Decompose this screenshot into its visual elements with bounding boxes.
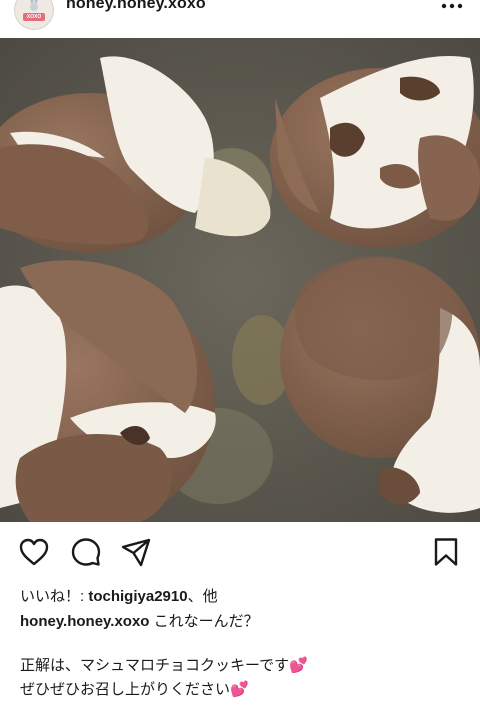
likes-prefix: いいね！: — [20, 588, 89, 605]
body-line-2-text: ぜひぜひお召し上がりください — [20, 681, 231, 698]
post-photo[interactable] — [0, 38, 480, 522]
instagram-post: XOXO honey.honey.xoxo いいね！: tochigiya291… — [0, 0, 480, 705]
heart-icon[interactable] — [18, 536, 50, 568]
more-horizontal-icon[interactable] — [440, 0, 464, 12]
bookmark-icon[interactable] — [430, 536, 462, 568]
liker-username[interactable]: tochigiya2910 — [88, 588, 187, 605]
avatar[interactable]: XOXO — [14, 0, 54, 30]
comment-icon[interactable] — [70, 536, 102, 568]
body-line-1: 正解は、マシュマロチョコクッキーです💕 — [20, 654, 308, 675]
avatar-badge: XOXO — [23, 13, 45, 21]
action-bar — [0, 526, 480, 576]
caption-text: これなーんだ？ — [149, 613, 259, 630]
send-icon[interactable] — [120, 536, 152, 568]
heart-emoji-icon: 💕 — [289, 657, 308, 674]
cookies-illustration — [0, 38, 480, 522]
caption-line: honey.honey.xoxo これなーんだ？ — [20, 610, 259, 631]
username[interactable]: honey.honey.xoxo — [66, 0, 206, 13]
caption-username[interactable]: honey.honey.xoxo — [20, 613, 149, 630]
body-line-1-text: 正解は、マシュマロチョコクッキーです — [20, 657, 290, 674]
post-header: XOXO honey.honey.xoxo — [0, 0, 480, 38]
likes-suffix[interactable]: 、他 — [188, 588, 218, 605]
likes-line: いいね！: tochigiya2910、他 — [20, 585, 218, 606]
heart-emoji-icon: 💕 — [230, 681, 249, 698]
body-line-2: ぜひぜひお召し上がりください💕 — [20, 678, 249, 699]
bunny-icon — [30, 0, 38, 11]
